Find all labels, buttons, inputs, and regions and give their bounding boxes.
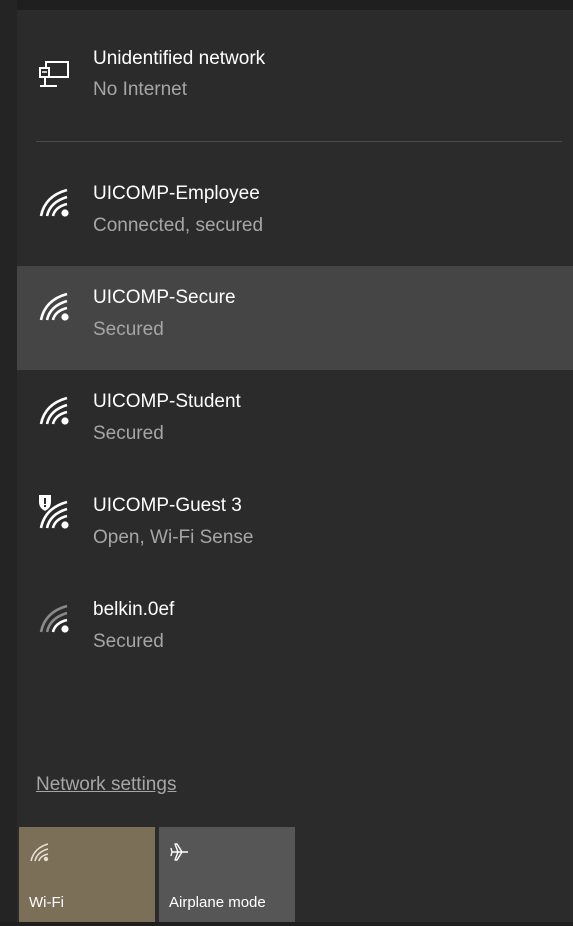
wifi-open-warning-icon <box>39 495 69 529</box>
wifi-toggle-tile[interactable]: Wi-Fi <box>19 827 155 922</box>
network-item-belkin[interactable]: belkin.0ef Secured <box>17 578 573 682</box>
network-item-unidentified[interactable]: Unidentified network No Internet <box>17 28 573 132</box>
network-name: UICOMP-Employee <box>93 183 260 204</box>
top-strip <box>0 0 573 10</box>
network-name: UICOMP-Guest 3 <box>93 495 242 516</box>
airplane-icon <box>170 843 188 861</box>
wired-network-icon <box>39 61 69 87</box>
network-item-uicomp-employee[interactable]: UICOMP-Employee Connected, secured <box>17 162 573 266</box>
wifi-signal-icon <box>39 188 69 217</box>
network-status: Open, Wi-Fi Sense <box>93 527 254 548</box>
network-status: Secured <box>93 319 164 340</box>
bottom-strip <box>0 922 573 926</box>
network-name: Unidentified network <box>93 48 266 69</box>
network-status: Secured <box>93 631 164 652</box>
wifi-signal-icon <box>39 396 69 425</box>
wifi-tile-label: Wi-Fi <box>29 894 64 911</box>
divider <box>36 141 562 142</box>
network-name: UICOMP-Student <box>93 391 241 412</box>
network-name: UICOMP-Secure <box>93 287 236 308</box>
network-settings-link[interactable]: Network settings <box>36 774 176 796</box>
airplane-mode-tile[interactable]: Airplane mode <box>159 827 295 922</box>
wifi-weak-signal-icon <box>39 604 69 633</box>
network-status: No Internet <box>93 79 187 100</box>
network-name: belkin.0ef <box>93 599 175 620</box>
network-item-uicomp-student[interactable]: UICOMP-Student Secured <box>17 370 573 474</box>
network-item-uicomp-guest-3[interactable]: UICOMP-Guest 3 Open, Wi-Fi Sense <box>17 474 573 578</box>
network-status: Connected, secured <box>93 215 264 236</box>
wifi-signal-icon <box>39 292 69 321</box>
network-status: Secured <box>93 423 164 444</box>
network-flyout: Unidentified network No Internet UICOMP-… <box>0 0 573 926</box>
wifi-tile-icon <box>30 843 49 862</box>
left-edge <box>0 0 17 926</box>
airplane-tile-label: Airplane mode <box>169 894 266 911</box>
network-item-uicomp-secure[interactable]: UICOMP-Secure Secured <box>17 266 573 370</box>
